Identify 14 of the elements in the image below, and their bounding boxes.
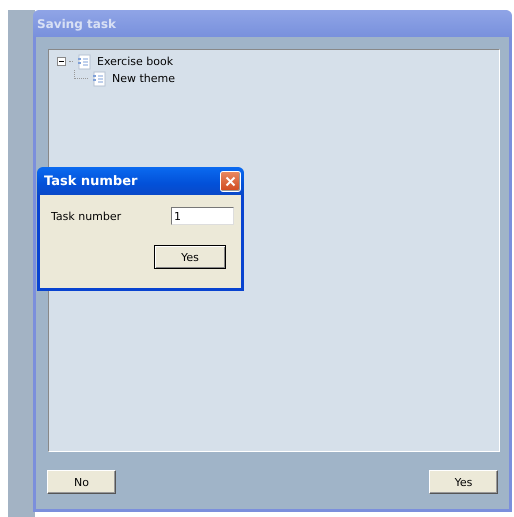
dialog-button[interactable]: Yes <box>154 245 226 269</box>
document-icon <box>76 54 92 70</box>
tree-item[interactable]: Exercise book <box>95 55 176 68</box>
document-icon <box>91 70 107 86</box>
input-field[interactable]: 1 <box>171 207 234 225</box>
tree-item[interactable]: New theme <box>110 72 178 85</box>
dialog-button[interactable]: Yes <box>429 470 498 494</box>
dialog-title: Task number <box>44 174 138 188</box>
field-label: Task number <box>51 210 122 222</box>
collapse-icon[interactable] <box>57 57 66 66</box>
window-title: Saving task <box>37 16 116 30</box>
close-button[interactable] <box>220 170 241 192</box>
close-icon <box>225 176 236 186</box>
dialog-button[interactable]: No <box>47 470 116 494</box>
